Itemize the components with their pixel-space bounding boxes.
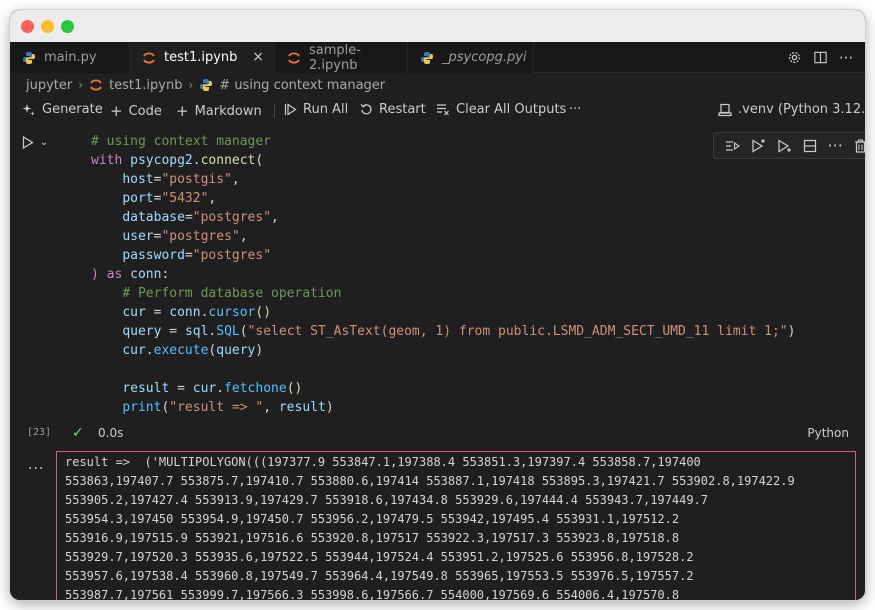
execute-above-icon[interactable] — [751, 138, 766, 153]
output-line: 553987.7,197561 553999.7,197566.3 553998… — [65, 588, 680, 600]
restart-button[interactable]: Restart — [360, 102, 426, 117]
editor-actions: ··· — [781, 42, 859, 73]
tab-sample-2-ipynb[interactable]: sample-2.ipynb — [275, 42, 408, 73]
python-icon — [199, 78, 213, 92]
generate-label: Generate — [42, 102, 103, 117]
breadcrumb: jupyter › test1.ipynb › # using context … — [10, 73, 865, 97]
execution-time: 0.0s — [98, 426, 124, 440]
run-cell-button[interactable]: ⌄ — [22, 136, 48, 149]
split-editor-icon[interactable] — [807, 50, 833, 65]
breadcrumb-section[interactable]: # using context manager — [219, 78, 385, 93]
close-tab-icon[interactable]: × — [252, 49, 264, 65]
chevron-right-icon: › — [188, 78, 194, 92]
code-line: with psycopg2.connect( — [91, 153, 264, 168]
play-icon — [22, 136, 34, 149]
split-cell-icon[interactable] — [803, 139, 817, 153]
close-window-button[interactable] — [21, 20, 34, 33]
restart-icon — [360, 103, 373, 116]
clear-all-outputs-button[interactable]: Clear All Outputs — [436, 102, 566, 117]
output-line: 553905.2,197427.4 553913.9,197429.7 5539… — [65, 493, 708, 507]
editor-tab-bar: main.py test1.ipynb × sample-2.ipynb _ps… — [10, 42, 865, 73]
plus-icon: + — [110, 102, 123, 120]
markdown-label: Markdown — [194, 103, 262, 119]
execute-below-icon[interactable] — [777, 138, 792, 153]
code-line: query = sql.SQL("select ST_AsText(geom, … — [122, 324, 796, 339]
code-line: # using context manager — [91, 134, 272, 149]
tab-test1-ipynb[interactable]: test1.ipynb × — [130, 42, 275, 73]
tab-psycopg-pyi[interactable]: _psycopg.pyi — [408, 42, 534, 73]
kernel-picker[interactable]: .venv (Python 3.12.3) — [718, 102, 865, 117]
plus-icon: + — [176, 102, 189, 120]
kernel-icon — [718, 103, 732, 117]
maximize-window-button[interactable] — [61, 20, 74, 33]
run-all-label: Run All — [303, 102, 349, 117]
python-icon — [22, 51, 36, 65]
python-icon — [420, 51, 434, 65]
run-all-icon — [284, 103, 297, 116]
cell-status-bar: [23] ✓ 0.0s Python — [10, 423, 865, 445]
code-line: ) as conn: — [91, 267, 170, 282]
code-line: port="5432", — [122, 191, 217, 206]
cell-more-icon[interactable]: ··· — [828, 136, 843, 155]
breadcrumb-file[interactable]: test1.ipynb — [109, 78, 182, 93]
toolbar-more-button[interactable]: ··· — [569, 102, 581, 117]
output-line: result => ('MULTIPOLYGON(((197377.9 5538… — [65, 455, 701, 469]
output-line: 553957.6,197538.4 553960.8,197549.7 5539… — [65, 569, 694, 583]
check-icon: ✓ — [72, 425, 84, 441]
chevron-down-icon[interactable]: ⌄ — [40, 137, 48, 148]
execution-count: [23] — [27, 427, 52, 438]
kernel-label: .venv (Python 3.12.3) — [738, 102, 865, 117]
tab-main-py[interactable]: main.py — [10, 42, 130, 73]
generate-button[interactable]: Generate — [22, 102, 103, 117]
output-line: 553929.7,197520.3 553935.6,197522.5 5539… — [65, 550, 694, 564]
restart-label: Restart — [379, 102, 426, 117]
tab-label: test1.ipynb — [164, 50, 238, 65]
code-line: user="postgres", — [122, 229, 248, 244]
code-line: cur = conn.cursor() — [122, 305, 272, 320]
code-label: Code — [128, 103, 162, 119]
code-line: host="postgis", — [122, 172, 240, 187]
tab-label: sample-2.ipynb — [309, 42, 361, 73]
run-by-line-icon[interactable] — [725, 139, 741, 153]
gear-icon[interactable] — [781, 50, 807, 65]
output-more-icon[interactable]: ··· — [28, 461, 44, 477]
add-markdown-cell-button[interactable]: + Markdown — [176, 102, 262, 120]
title-bar — [10, 10, 865, 42]
cell-language[interactable]: Python — [807, 426, 849, 440]
trash-icon[interactable] — [854, 138, 865, 153]
jupyter-icon — [287, 51, 301, 65]
vscode-window: main.py test1.ipynb × sample-2.ipynb _ps… — [10, 10, 865, 600]
minimize-window-button[interactable] — [41, 20, 54, 33]
toolbar-divider — [274, 104, 275, 118]
code-line: print("result => ", result) — [122, 400, 334, 415]
code-line: password="postgres" — [122, 248, 272, 263]
more-actions-icon[interactable]: ··· — [833, 49, 859, 67]
code-line: cur.execute(query) — [122, 343, 264, 358]
code-line: result = cur.fetchone() — [122, 381, 303, 396]
add-code-cell-button[interactable]: + Code — [110, 102, 162, 120]
tab-label: main.py — [44, 50, 97, 65]
output-line: 553863,197407.7 553875.7,197410.7 553880… — [65, 474, 795, 488]
tab-label: _psycopg.pyi — [442, 50, 527, 65]
notebook-toolbar: Generate + Code + Markdown Run All Resta… — [10, 97, 865, 125]
cell-toolbar: ··· — [713, 132, 865, 159]
jupyter-icon — [89, 78, 103, 92]
clear-outputs-label: Clear All Outputs — [456, 102, 567, 117]
ellipsis-icon: ··· — [569, 102, 582, 117]
code-line: database="postgres", — [122, 210, 279, 225]
chevron-right-icon: › — [78, 78, 84, 92]
jupyter-icon — [142, 51, 156, 65]
notebook-editor: ⌄ # using context manager with psycopg2.… — [10, 125, 865, 600]
run-all-button[interactable]: Run All — [284, 102, 348, 117]
code-line: # Perform database operation — [122, 286, 342, 301]
cell-output[interactable]: result => ('MULTIPOLYGON(((197377.9 5538… — [56, 451, 856, 600]
code-cell-editor[interactable]: # using context manager with psycopg2.co… — [58, 125, 865, 425]
breadcrumb-root[interactable]: jupyter — [26, 78, 72, 93]
clear-all-icon — [436, 103, 450, 116]
output-line: 553954.3,197450 553954.9,197450.7 553956… — [65, 512, 680, 526]
sparkle-icon — [22, 103, 36, 117]
output-line: 553916.9,197515.9 553921,197516.6 553920… — [65, 531, 680, 545]
